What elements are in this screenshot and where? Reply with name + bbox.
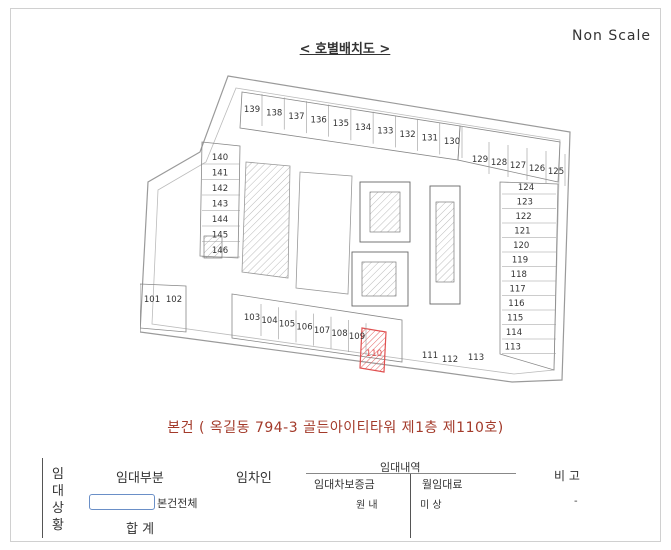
unit-label-129: 129 (472, 155, 488, 165)
unit-label-118: 118 (511, 270, 527, 280)
unit-label-114: 114 (506, 328, 522, 338)
col-monthly-rent: 월임대료 (422, 478, 463, 491)
core-stairs-lower (361, 261, 397, 297)
unit-label-143: 143 (212, 200, 228, 210)
floor-plan-drawing: 139 138 137 136 135 134 133 132 131 130129 128 127 1… (139, 75, 571, 383)
unit-label-140: 140 (212, 153, 228, 163)
subject-property: 본건 ( 옥길동 794-3 골든아이티타워 제1층 제110호) (167, 420, 504, 436)
core-stairs-upper (369, 191, 401, 233)
unit-label-141: 141 (212, 169, 228, 179)
lease-part-input[interactable] (89, 494, 155, 510)
floor-plan: 139 138 137 136 135 134 133 132 131 130 129 128 127 1… (139, 62, 584, 398)
unit-label-highlighted: 110 (366, 349, 382, 359)
unit-label-104: 104 (261, 316, 277, 326)
lease-side-label: 임 대 상 황 (52, 467, 64, 533)
unit-label-135: 135 (333, 119, 349, 129)
total-label: 합 계 (126, 522, 155, 537)
lease-status-table: 임 대 상 황 임대부분 임차인 임대내역 임대차보증금 월임대료 비 고 본건… (42, 456, 651, 540)
unit-label-105: 105 (279, 319, 295, 329)
unit-label-113: 113 (505, 343, 521, 353)
rent-value: 미 상 (420, 500, 442, 511)
plan-title: < 호별배치도 > (299, 42, 391, 57)
note-value: - (574, 496, 578, 507)
unit-label-136: 136 (311, 116, 327, 126)
unit-label-112: 112 (442, 355, 458, 365)
unit-label-130: 130 (444, 137, 460, 147)
unit-label-113-alt: 113 (468, 353, 484, 363)
unit-label-101: 101 (144, 295, 160, 305)
unit-label-109: 109 (349, 332, 365, 342)
unit-label-139: 139 (244, 105, 260, 115)
col-deposit: 임대차보증금 (314, 478, 375, 491)
unit-label-116: 116 (508, 299, 524, 309)
unit-label-125: 125 (548, 167, 564, 177)
unit-label-102: 102 (166, 295, 182, 305)
table-left-rule (42, 458, 43, 538)
unit-label-123: 123 (517, 198, 533, 208)
unit-label-108: 108 (331, 329, 347, 339)
unit-label-122: 122 (515, 212, 531, 222)
atrium-hatched (241, 161, 291, 279)
deposit-value: 원 내 (356, 500, 378, 511)
unit-label-120: 120 (513, 241, 529, 251)
unit-label-124: 124 (518, 183, 534, 193)
table-mid-rule (410, 474, 411, 538)
unit-label-134: 134 (355, 123, 371, 133)
col-lease-detail: 임대내역 (380, 461, 421, 474)
unit-label-103: 103 (244, 313, 260, 323)
unit-label-119: 119 (512, 256, 528, 266)
core-right-stairs (435, 201, 455, 283)
unit-label-128: 128 (491, 158, 507, 168)
unit-label-117: 117 (509, 285, 525, 295)
scale-note: Non Scale (571, 28, 651, 44)
col-lease-part: 임대부분 (116, 471, 164, 486)
unit-label-146: 146 (212, 246, 228, 256)
unit-label-121: 121 (514, 227, 530, 237)
unit-label-142: 142 (212, 184, 228, 194)
unit-label-144: 144 (212, 215, 228, 225)
unit-label-138: 138 (266, 109, 282, 119)
unit-label-106: 106 (296, 323, 312, 333)
unit-label-127: 127 (510, 161, 526, 171)
unit-label-145: 145 (212, 231, 228, 241)
unit-label-133: 133 (377, 126, 393, 136)
unit-label-137: 137 (288, 112, 304, 122)
unit-label-115: 115 (507, 314, 523, 324)
unit-label-111: 111 (422, 351, 438, 361)
unit-label-107: 107 (314, 326, 330, 336)
unit-label-132: 132 (399, 130, 415, 140)
col-note: 비 고 (554, 469, 580, 483)
unit-label-126: 126 (529, 164, 545, 174)
unit-label-131: 131 (422, 133, 438, 143)
row-label: 본건전체 (157, 497, 198, 510)
col-lessee: 임차인 (236, 471, 272, 486)
